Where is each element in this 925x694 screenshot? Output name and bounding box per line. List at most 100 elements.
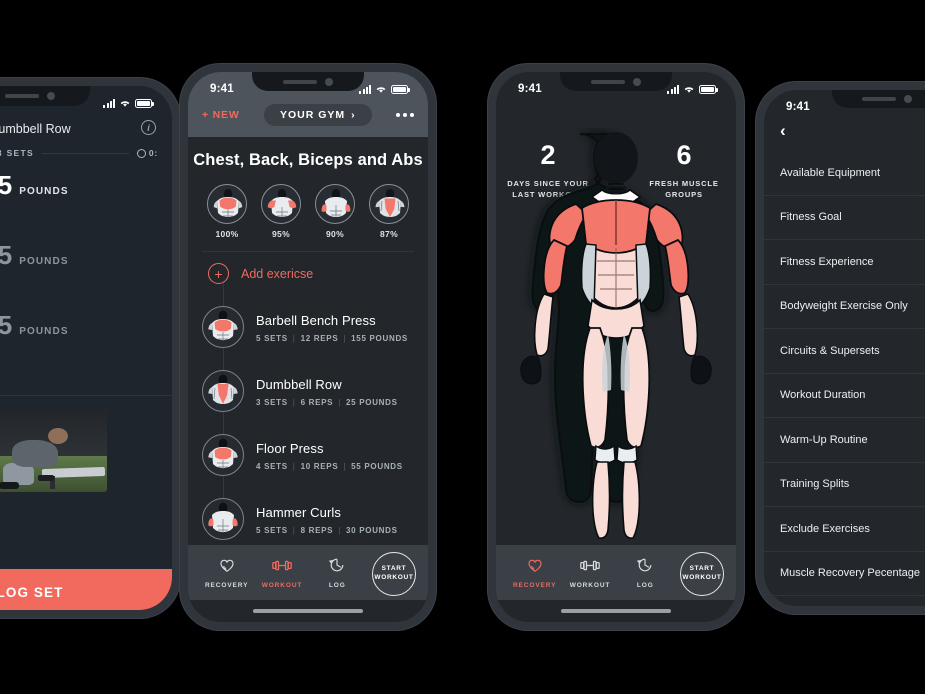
log-clock-icon bbox=[619, 557, 672, 574]
biceps-muscle-icon bbox=[315, 184, 355, 224]
log-set-button[interactable]: LOG SET bbox=[0, 569, 172, 610]
start-workout-button[interactable]: START WORKOUT bbox=[679, 552, 724, 596]
more-options-icon[interactable] bbox=[396, 113, 414, 117]
back-chevron-icon[interactable]: ‹ bbox=[780, 122, 786, 139]
exercise-weight: 155 POUNDS bbox=[351, 333, 408, 343]
exercise-title-bar: Dumbbell Row i bbox=[0, 116, 172, 148]
muscle-ring-percent: 90% bbox=[326, 229, 344, 239]
settings-nav-bar: ‹ i bbox=[764, 120, 925, 151]
plus-icon: + bbox=[208, 263, 229, 284]
log-clock-icon bbox=[311, 557, 364, 574]
notch bbox=[252, 72, 364, 91]
heart-recovery-icon bbox=[508, 557, 561, 574]
muscle-ring-back[interactable]: 87% bbox=[369, 184, 409, 239]
exercise-meta: 5 SETS | 8 REPS | 30 POUNDS bbox=[256, 525, 398, 535]
set-row[interactable]: 8 REPS / 25 POUNDS bbox=[0, 298, 172, 344]
exercise-reps: 6 REPS bbox=[300, 397, 334, 407]
setting-row-workout-duration[interactable]: Workout Duration bbox=[764, 374, 925, 418]
exercise-video-thumbnail[interactable] bbox=[0, 410, 108, 492]
settings-list: Available Equipment F Fitness Goal Mus F… bbox=[764, 151, 925, 606]
front-camera bbox=[325, 77, 333, 86]
back-muscle-icon bbox=[369, 184, 409, 224]
setting-label: Fitness Goal bbox=[780, 211, 842, 224]
dumbbell-icon bbox=[255, 557, 308, 574]
setting-row-bodyweight-only[interactable]: Bodyweight Exercise Only bbox=[764, 285, 925, 329]
setting-row-circuits-supersets[interactable]: Circuits & Supersets bbox=[764, 329, 925, 374]
muscle-ring-percent: 87% bbox=[380, 229, 398, 239]
start-workout-button[interactable]: START WORKOUT bbox=[371, 552, 416, 596]
set-weight-unit: POUNDS bbox=[19, 326, 69, 337]
phone-mockup-recovery: 9:41 2 DAYS SINCE YOUR LAST WORKOUT 6 FR… bbox=[488, 64, 744, 630]
new-workout-button[interactable]: + NEW bbox=[202, 109, 240, 121]
setting-row-warm-up-routine[interactable]: Warm-Up Routine bbox=[764, 418, 925, 463]
tab-workout[interactable]: WORKOUT bbox=[255, 557, 308, 592]
speaker-grille bbox=[5, 94, 39, 98]
setting-label: Bodyweight Exercise Only bbox=[780, 300, 908, 313]
wifi-icon bbox=[684, 87, 694, 93]
setting-row-fitness-goal[interactable]: Fitness Goal Mus bbox=[764, 196, 925, 240]
setting-row-exclude-exercises[interactable]: Exclude Exercises 5 bbox=[764, 507, 925, 552]
phone2-screen: 9:41 + NEW YOUR GYM › Chest, Back, Bicep… bbox=[188, 72, 428, 622]
set-weight-value: 25 bbox=[0, 170, 13, 200]
status-time: 9:41 bbox=[786, 101, 810, 113]
set-weight-value: 25 bbox=[0, 240, 13, 270]
set-row[interactable]: 8 REPS / 25 POUNDS REST 0:45 bbox=[0, 158, 172, 228]
exercise-title: Dumbbell Row bbox=[0, 122, 71, 136]
muscle-ring-biceps[interactable]: 90% bbox=[315, 184, 355, 239]
muscle-ring-shoulders[interactable]: 95% bbox=[261, 184, 301, 239]
tab-label: RECOVERY bbox=[204, 581, 249, 589]
gym-label: YOUR GYM bbox=[279, 109, 346, 121]
tab-label: WORKOUT bbox=[569, 581, 611, 589]
info-icon[interactable]: i bbox=[141, 120, 156, 135]
add-set-button[interactable]: Add Set bbox=[0, 344, 172, 395]
tab-recovery[interactable]: RECOVERY bbox=[200, 557, 253, 592]
set-rest-label: REST 0:45 bbox=[0, 204, 172, 228]
cellular-signal-icon bbox=[359, 84, 371, 94]
setting-row-available-equipment[interactable]: Available Equipment F bbox=[764, 151, 925, 196]
list-item[interactable]: Hammer Curls 5 SETS | 8 REPS | 30 POUNDS bbox=[188, 487, 428, 545]
chevron-right-icon: › bbox=[351, 109, 356, 121]
status-indicators bbox=[103, 98, 154, 108]
tab-log[interactable]: LOG bbox=[619, 557, 672, 592]
setting-label: Muscle Recovery Pecentage bbox=[780, 567, 921, 580]
bottom-tab-bar: RECOVERY WORKOUT LOG START WORKOUT bbox=[188, 545, 428, 600]
exercise-reps: 10 REPS bbox=[300, 461, 339, 471]
muscle-ring-chest[interactable]: 100% bbox=[207, 184, 247, 239]
add-exercise-label: Add exericse bbox=[241, 266, 314, 281]
phone1-screen: 9:41 Dumbbell Row i 3 SETS 0: bbox=[0, 86, 172, 610]
tab-workout[interactable]: WORKOUT bbox=[563, 557, 616, 592]
gym-selector-button[interactable]: YOUR GYM › bbox=[263, 104, 372, 126]
set-weight-unit: POUNDS bbox=[19, 186, 69, 197]
status-indicators bbox=[667, 84, 718, 94]
setting-row-muscle-recovery-percentage[interactable]: Muscle Recovery Pecentage bbox=[764, 552, 925, 596]
exercise-sets: 5 SETS bbox=[256, 333, 288, 343]
recovery-body-view: 2 DAYS SINCE YOUR LAST WORKOUT 6 FRESH M… bbox=[496, 102, 736, 545]
exercise-muscle-icon bbox=[202, 498, 244, 540]
exercise-reps: 12 REPS bbox=[300, 333, 339, 343]
tab-recovery[interactable]: RECOVERY bbox=[508, 557, 561, 592]
list-item[interactable]: Barbell Bench Press 5 SETS | 12 REPS | 155… bbox=[188, 295, 428, 359]
setting-label: Fitness Experience bbox=[780, 255, 874, 268]
exercise-reps: 8 REPS bbox=[300, 525, 334, 535]
list-item[interactable]: Floor Press 4 SETS | 10 REPS | 55 POUNDS bbox=[188, 423, 428, 487]
battery-icon bbox=[135, 98, 154, 108]
exercise-name: Barbell Bench Press bbox=[256, 312, 376, 328]
dumbbell-icon bbox=[563, 557, 616, 574]
exercise-name: Hammer Curls bbox=[256, 504, 341, 520]
rest-timer-button[interactable]: 0: bbox=[136, 148, 158, 158]
divider-right bbox=[41, 152, 129, 154]
start-workout-line1: START bbox=[381, 565, 407, 573]
exercise-weight: 55 POUNDS bbox=[351, 461, 403, 471]
set-row[interactable]: 8 REPS / 25 POUNDS REST 0:45 bbox=[0, 228, 172, 298]
setting-label: Workout Duration bbox=[780, 389, 866, 402]
tab-log[interactable]: LOG bbox=[311, 557, 364, 592]
exercise-meta: 5 SETS | 12 REPS | 155 POUNDS bbox=[256, 333, 408, 343]
setting-row-training-splits[interactable]: Training Splits Push, Pu bbox=[764, 463, 925, 507]
workout-summary: Chest, Back, Biceps and Abs 100% 95% 90%… bbox=[188, 137, 428, 249]
setting-row-fitness-experience[interactable]: Fitness Experience Inte bbox=[764, 240, 925, 285]
muscle-heatmap-figure[interactable] bbox=[496, 128, 736, 545]
notch bbox=[832, 90, 925, 108]
list-item[interactable]: Dumbbell Row 3 SETS | 6 REPS | 25 POUNDS bbox=[188, 359, 428, 423]
screenshot-stage: 9:41 Dumbbell Row i 3 SETS 0: bbox=[0, 0, 925, 694]
add-exercise-button[interactable]: + Add exericse bbox=[188, 252, 428, 295]
